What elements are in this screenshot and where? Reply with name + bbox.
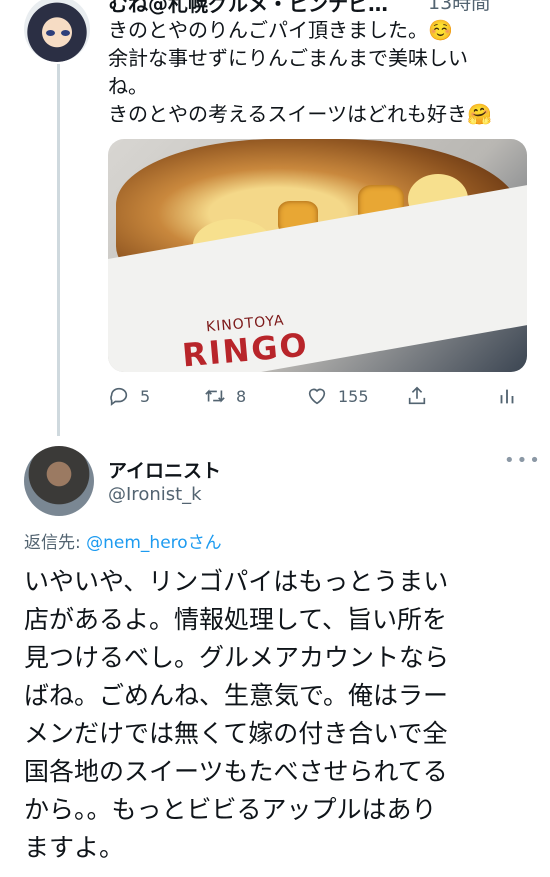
more-options-icon[interactable]: •••	[504, 0, 542, 7]
tweet-text-line: 見つけるべし。グルメアカウントなら	[24, 643, 450, 672]
tweet-author[interactable]: むね@札幌グルメ・ヒンナビ…	[108, 0, 388, 17]
tweet-text-line: 店があるよ。情報処理して、旨い所を	[24, 605, 448, 634]
reply-icon	[110, 387, 128, 406]
tweet-text-line: メンだけでは無くて嫁の付き合いで全	[24, 719, 448, 748]
tweet-text-line: ますよ。	[24, 833, 125, 862]
reply-prefix: 返信先:	[24, 533, 87, 553]
tweet-text-line: 余計な事せずにりんごまんまで美味しい	[108, 46, 468, 70]
tweet-timestamp[interactable]: 13時間	[428, 0, 490, 15]
reply-count: 5	[140, 386, 151, 406]
reply-suffix: さん	[187, 533, 222, 553]
tweet-text-line: ばね。ごめんね、生意気で。俺はラー	[24, 681, 449, 710]
tweet-text-line: きのとやの考えるスイーツはどれも好き🤗	[108, 102, 492, 126]
like-count: 155	[338, 386, 369, 406]
tweet-text-line: ね。	[108, 74, 148, 98]
reply-context: 返信先: @nem_heroさん	[24, 528, 222, 553]
thread-connector-line	[57, 64, 60, 436]
analytics-button[interactable]	[496, 385, 518, 407]
reply-mention-link[interactable]: @nem_hero	[86, 533, 188, 553]
avatar-eye	[61, 30, 70, 36]
reply-button[interactable]: 5	[108, 385, 150, 407]
tweet-text-line: いやいや、リンゴパイはもっとうまい	[24, 567, 449, 596]
heart-icon	[308, 388, 326, 405]
retweet-button[interactable]: 8	[204, 385, 246, 407]
retweet-count: 8	[236, 386, 247, 406]
tweet-text-line: きのとやのりんごパイ頂きました。☺️	[108, 18, 453, 42]
tweet-author-handle[interactable]: @Ironist_k	[108, 484, 202, 505]
analytics-icon	[500, 389, 514, 404]
tweet-actions: 5 8 155	[108, 385, 518, 411]
avatar-eye	[46, 30, 55, 36]
tweet-photo[interactable]: KINOTOYA RINGO	[108, 139, 527, 372]
tweet-text-line: から。。もっとビビるアップルはあり	[24, 795, 437, 824]
avatar[interactable]	[24, 0, 90, 62]
tweet-text: きのとやのりんごパイ頂きました。☺️ 余計な事せずにりんごまんまで美味しい ね。…	[108, 16, 528, 128]
share-icon	[408, 386, 426, 405]
avatar[interactable]	[24, 446, 94, 516]
tweet-text-line: 国各地のスイーツもたべさせられてる	[24, 757, 448, 786]
tweet-text: いやいや、リンゴパイはもっとうまい 店があるよ。情報処理して、旨い所を 見つける…	[24, 563, 534, 867]
share-button[interactable]	[406, 385, 428, 407]
like-button[interactable]: 155	[306, 385, 369, 407]
retweet-icon	[205, 389, 225, 403]
tweet-author-name[interactable]: アイロニスト	[108, 456, 221, 483]
more-options-icon[interactable]: •••	[504, 450, 542, 471]
